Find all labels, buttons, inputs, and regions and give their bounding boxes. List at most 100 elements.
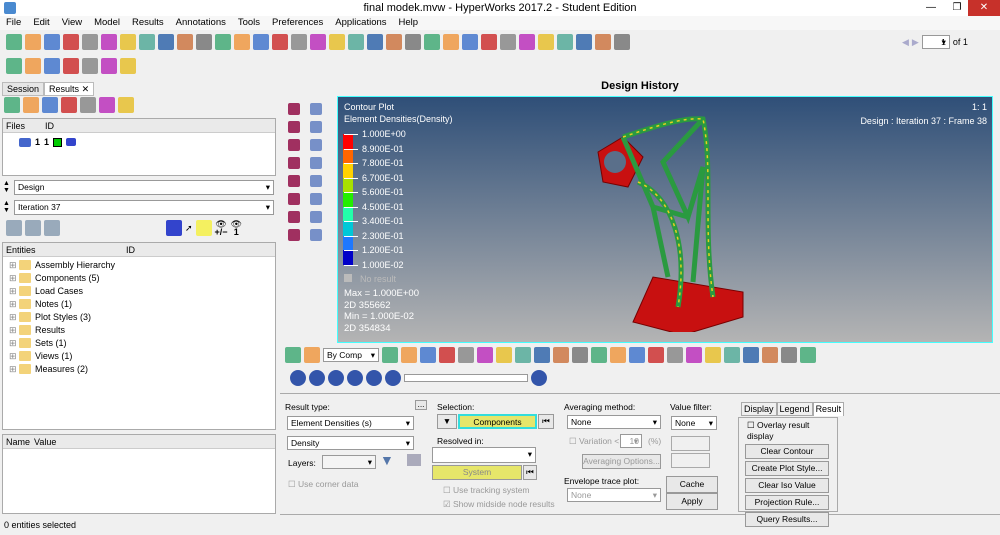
load-results-icon[interactable] xyxy=(4,97,20,113)
last-frame-icon[interactable] xyxy=(385,370,401,386)
layers-select[interactable] xyxy=(322,455,376,469)
rotate-left-icon[interactable] xyxy=(291,34,307,50)
result-action-button[interactable]: Query Results... xyxy=(745,512,829,527)
feature-icon[interactable] xyxy=(420,347,436,363)
window-1-icon[interactable] xyxy=(6,58,22,74)
tree-item[interactable]: Views (1) xyxy=(3,350,275,363)
camera-icon[interactable] xyxy=(120,58,136,74)
entities-header[interactable]: Entities xyxy=(6,243,36,256)
selection-dropdown[interactable]: ▼ xyxy=(437,414,457,429)
cursor-icon[interactable]: ➚ xyxy=(185,223,193,234)
tree-item[interactable]: Results xyxy=(3,324,275,337)
zoom-in-icon[interactable] xyxy=(462,34,478,50)
active-model-icon[interactable] xyxy=(23,97,39,113)
image-icon[interactable] xyxy=(139,34,155,50)
tab-results[interactable]: Results ✕ xyxy=(44,82,95,96)
camera-tool-icon[interactable] xyxy=(310,211,322,223)
axis-y-icon[interactable] xyxy=(329,34,345,50)
result-action-button[interactable]: Create Plot Style... xyxy=(745,461,829,476)
file-row[interactable]: 1 1 xyxy=(3,133,275,147)
animation-settings-icon[interactable] xyxy=(531,370,547,386)
import-icon[interactable] xyxy=(63,34,79,50)
menu-tools[interactable]: Tools xyxy=(238,16,260,30)
window-6-icon[interactable] xyxy=(101,58,117,74)
isolate-icon[interactable] xyxy=(195,220,212,236)
tree-item[interactable]: Load Cases xyxy=(3,285,275,298)
copy-icon[interactable] xyxy=(234,34,250,50)
assembly-icon[interactable] xyxy=(118,97,134,113)
menu-results[interactable]: Results xyxy=(132,16,164,30)
tree-item[interactable]: Sets (1) xyxy=(3,337,275,350)
window-layout-icon[interactable] xyxy=(196,34,212,50)
clip-tool-icon[interactable] xyxy=(288,175,300,187)
next-frame-icon[interactable] xyxy=(366,370,382,386)
eye-icon[interactable] xyxy=(6,220,22,236)
hand-icon[interactable] xyxy=(519,34,535,50)
result-component-select[interactable]: Density xyxy=(287,436,414,450)
by-comp-select[interactable]: By Comp xyxy=(323,348,379,362)
page-layout-icon[interactable] xyxy=(177,34,193,50)
menu-help[interactable]: Help xyxy=(399,16,419,30)
selection-reset-button[interactable]: ⏮ xyxy=(538,414,554,429)
iteration-select[interactable]: Iteration 37 xyxy=(14,200,274,215)
component-icon[interactable] xyxy=(42,97,58,113)
averaging-options-button[interactable]: Averaging Options... xyxy=(582,454,661,469)
components-button[interactable]: Components xyxy=(458,414,537,429)
system-button[interactable]: System xyxy=(432,465,522,480)
result-type-select[interactable]: Element Densities (s) xyxy=(287,416,414,430)
color-wheel-icon[interactable] xyxy=(304,347,320,363)
deformed-icon[interactable] xyxy=(572,347,588,363)
id-header[interactable]: ID xyxy=(45,119,54,132)
tab-result[interactable]: Result xyxy=(812,402,845,416)
sets-icon[interactable] xyxy=(99,97,115,113)
filter-tool-icon[interactable] xyxy=(310,229,322,241)
marker-icon[interactable] xyxy=(781,347,797,363)
entity-tool-icon[interactable] xyxy=(310,121,322,133)
spin-icon[interactable] xyxy=(557,34,573,50)
tree-item[interactable]: Notes (1) xyxy=(3,298,275,311)
section-tool-icon[interactable] xyxy=(288,121,300,133)
filter-min-input[interactable] xyxy=(671,436,710,451)
camera-tool-icon[interactable] xyxy=(310,139,322,151)
window-paste-icon[interactable] xyxy=(614,34,630,50)
light-tool-icon[interactable] xyxy=(288,229,300,241)
new-page-icon[interactable] xyxy=(158,34,174,50)
pan-icon[interactable] xyxy=(500,34,516,50)
graphics-viewport[interactable]: Contour Plot Element Densities(Density) … xyxy=(337,96,993,343)
filter-tool-icon[interactable] xyxy=(310,157,322,169)
minimize-button[interactable]: — xyxy=(918,0,944,16)
previous-frame-icon[interactable] xyxy=(328,370,344,386)
tags-icon[interactable] xyxy=(686,347,702,363)
averaging-method-select[interactable]: None xyxy=(567,415,661,429)
prev-page-icon[interactable]: ◀ xyxy=(902,37,909,48)
export-icon[interactable] xyxy=(82,34,98,50)
entity-tool-icon[interactable] xyxy=(310,193,322,205)
zoom-area-icon[interactable] xyxy=(481,34,497,50)
window-2-icon[interactable] xyxy=(25,58,41,74)
wireframe-icon[interactable] xyxy=(401,347,417,363)
view-rotate-icon[interactable] xyxy=(424,34,440,50)
mesh-icon[interactable] xyxy=(458,347,474,363)
display-tool-icon[interactable] xyxy=(310,175,322,187)
open-model-icon[interactable] xyxy=(6,34,22,50)
save-session-icon[interactable] xyxy=(44,34,60,50)
tree-item[interactable]: Assembly Hierarchy xyxy=(3,259,275,272)
design-stepper[interactable]: ▲ ▼ xyxy=(3,180,10,194)
animate-icon[interactable] xyxy=(724,347,740,363)
use-corner-data-checkbox[interactable]: ☐ Use corner data xyxy=(288,479,358,490)
menu-view[interactable]: View xyxy=(62,16,82,30)
hotspot-icon[interactable] xyxy=(762,347,778,363)
next-page-icon[interactable]: ▶ xyxy=(912,37,919,48)
cache-button[interactable]: Cache xyxy=(666,476,718,493)
flip-icon[interactable] xyxy=(705,347,721,363)
files-header[interactable]: Files xyxy=(6,119,25,132)
tensor-icon[interactable] xyxy=(534,347,550,363)
section-icon[interactable] xyxy=(477,347,493,363)
tab-display[interactable]: Display xyxy=(741,402,777,416)
first-frame-icon[interactable] xyxy=(309,370,325,386)
result-action-button[interactable]: Clear Contour xyxy=(745,444,829,459)
load-case-icon[interactable] xyxy=(61,97,77,113)
legend-icon[interactable] xyxy=(743,347,759,363)
entity-id-header[interactable]: ID xyxy=(126,243,135,256)
iteration-stepper[interactable]: ▲ ▼ xyxy=(3,200,10,214)
